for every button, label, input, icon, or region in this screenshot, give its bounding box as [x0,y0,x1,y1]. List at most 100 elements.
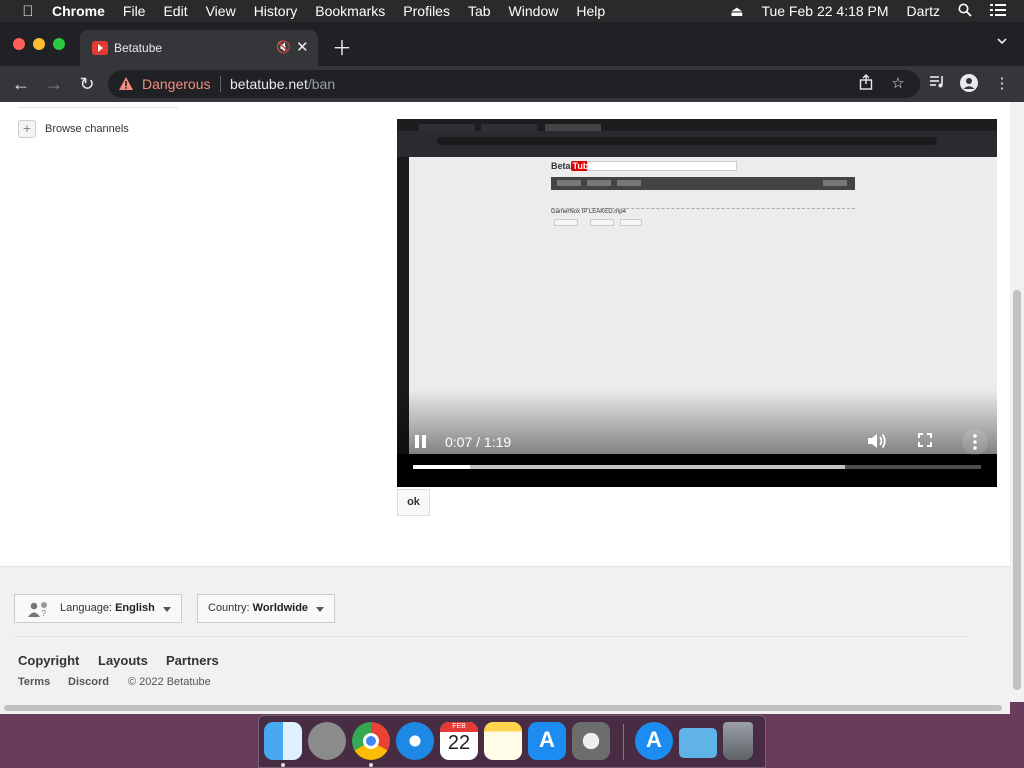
embedded-tab [545,124,601,131]
betatube-favicon-icon [92,41,108,55]
downloads-folder-icon[interactable] [679,728,717,758]
menu-file[interactable]: File [123,3,146,19]
safari-compass-icon[interactable] [396,722,434,760]
tab-betatube[interactable]: Betatube 🔇 ✕ [80,30,318,66]
reload-icon[interactable]: ↻ [76,73,98,95]
menu-edit[interactable]: Edit [163,3,187,19]
menu-window[interactable]: Window [509,3,559,19]
fullscreen-icon[interactable] [918,433,932,447]
tab-strip: Betatube 🔇 ✕ ＋ [0,22,1024,66]
finder-icon[interactable] [264,722,302,760]
dock-separator [623,724,624,760]
launchpad-rocket-icon[interactable] [308,722,346,760]
web-page: + Browse channels Beta Tube GamerNox IP L… [0,102,1010,702]
finder-running-dot [281,763,285,767]
vertical-scrollbar[interactable] [1010,102,1024,702]
share-icon[interactable] [856,74,876,94]
tab-close-icon[interactable]: ✕ [296,38,309,56]
horizontal-scrollbar-thumb[interactable] [4,705,1002,711]
more-options-icon[interactable]: ⋮ [992,74,1012,94]
eject-icon[interactable]: ⏏ [730,3,743,20]
calendar-day: 22 [447,732,471,754]
new-tab-plus-icon[interactable]: ＋ [332,32,352,61]
embedded-nav-item [823,180,847,186]
language-value: English [115,602,155,614]
apple-menu-icon[interactable]:  [18,3,38,20]
embedded-logo-text: Beta [551,161,571,171]
control-center-icon[interactable] [990,3,1006,19]
video-frame: Beta Tube GamerNox IP LEAKED.mp4 [397,119,997,454]
window-close-button[interactable] [13,38,25,50]
footer-link-copyright[interactable]: Copyright [18,653,79,668]
country-picker[interactable]: Country: Worldwide [197,594,335,623]
notes-icon[interactable] [484,722,522,760]
menu-help[interactable]: Help [576,3,605,19]
app-store-icon[interactable]: A [528,722,566,760]
chrome-center [363,733,379,749]
menu-app-name[interactable]: Chrome [52,3,105,19]
spotlight-search-icon[interactable] [958,3,972,20]
window-zoom-button[interactable] [53,38,65,50]
omnibox-divider [220,76,221,92]
url-host: betatube.net [230,76,308,92]
ok-button[interactable]: ok [397,489,430,516]
tab-title: Betatube [114,41,163,55]
url-text[interactable]: betatube.net/ban [230,76,335,92]
embedded-button [590,219,614,226]
embedded-nav-strip [551,177,855,190]
embedded-tab [419,124,475,131]
footer-link-partners[interactable]: Partners [166,653,219,668]
browse-channels-link[interactable]: + Browse channels [18,120,129,138]
back-arrow-icon[interactable]: ← [10,73,32,95]
footer-divider [14,636,967,637]
menu-history[interactable]: History [254,3,298,19]
address-bar[interactable]: Dangerous betatube.net/ban [108,70,920,98]
tab-search-chevron-icon[interactable] [996,34,1008,46]
footer-link-layouts[interactable]: Layouts [98,653,148,668]
app-store-glyph: A [539,727,555,752]
language-text: Language: English [60,595,155,622]
media-queue-icon[interactable] [927,74,947,94]
add-plus-icon: + [18,120,36,138]
profile-avatar-icon[interactable] [959,74,979,94]
warning-triangle-icon[interactable] [118,76,134,91]
progress-bar[interactable] [413,465,981,469]
country-value: Worldwide [252,602,309,614]
window-minimize-button[interactable] [33,38,45,50]
embedded-search-box [587,161,737,171]
chevron-down-icon [316,607,324,612]
calendar-icon[interactable]: FEB 22 [440,722,478,760]
more-options-button[interactable] [962,429,988,455]
footer-link-terms[interactable]: Terms [18,676,50,688]
embedded-video-title: GamerNox IP LEAKED.mp4 [551,209,626,215]
vertical-scrollbar-thumb[interactable] [1013,290,1021,690]
chevron-down-icon [163,607,171,612]
horizontal-scrollbar[interactable] [0,702,1010,714]
video-player[interactable]: Beta Tube GamerNox IP LEAKED.mp4 0:07 / 1… [397,119,997,487]
dock: FEB 22 A A [258,715,766,768]
trash-icon[interactable] [723,722,753,760]
forward-arrow-icon[interactable]: → [43,73,65,95]
tab-audio-muted-icon[interactable]: 🔇 [276,40,291,54]
app-store-download-icon[interactable]: A [635,722,673,760]
bookmark-star-icon[interactable]: ☆ [888,74,908,94]
page-footer: ? Language: English Country: Worldwide C… [0,566,1010,702]
volume-icon[interactable] [867,432,887,450]
menu-tab[interactable]: Tab [468,3,491,19]
pause-icon[interactable] [415,435,427,448]
menubar-user[interactable]: Dartz [907,3,940,19]
app-store-download-glyph: A [646,727,662,752]
language-picker[interactable]: ? Language: English [14,594,182,623]
footer-link-discord[interactable]: Discord [68,676,109,688]
chrome-icon[interactable] [352,722,390,760]
embedded-buttons [554,219,644,226]
calendar-month: FEB [440,722,478,732]
menu-bookmarks[interactable]: Bookmarks [315,3,385,19]
system-preferences-gear-icon[interactable] [572,722,610,760]
chrome-running-dot [369,763,373,767]
menu-profiles[interactable]: Profiles [403,3,450,19]
browse-channels-label: Browse channels [45,123,129,135]
menu-view[interactable]: View [206,3,236,19]
security-status-label[interactable]: Dangerous [142,76,211,92]
menubar-clock[interactable]: Tue Feb 22 4:18 PM [761,3,888,19]
